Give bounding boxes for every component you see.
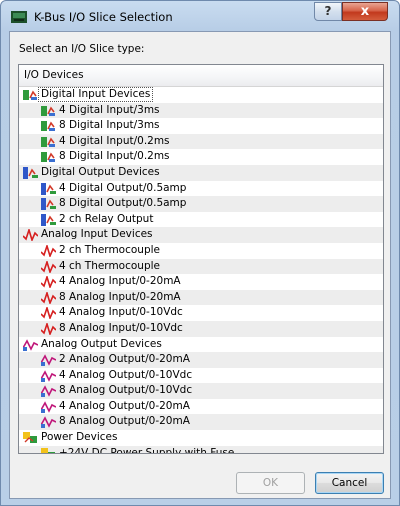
tree-row-label: 8 Analog Output/0-10Vdc <box>59 384 193 397</box>
tree-row-label: 8 Analog Output/0-20mA <box>59 415 190 428</box>
cancel-button[interactable]: Cancel <box>315 472 384 494</box>
tree-column-header: I/O Devices <box>19 65 383 87</box>
analog-output-icon <box>40 354 57 367</box>
tree-item-row[interactable]: 8 Digital Output/0.5amp <box>19 196 383 212</box>
tree-row-label: Analog Input Devices <box>41 228 153 241</box>
tree-row-label: 8 Digital Input/0.2ms <box>59 150 170 163</box>
power-icon <box>41 447 56 453</box>
tree-category-row[interactable]: Power Devices <box>19 430 383 446</box>
analog-output-icon <box>40 369 57 382</box>
tree-row-label: +24V DC Power Supply with Fuse <box>59 446 235 454</box>
dialog-client-area: Select an I/O Slice type: I/O Devices Di… <box>9 31 391 499</box>
tree-row-label: 4 Digital Input/3ms <box>59 103 160 116</box>
digital-output-icon <box>41 182 56 195</box>
tree-item-row[interactable]: 2 ch Relay Output <box>19 212 383 228</box>
tree-item-row[interactable]: 4 Analog Input/0-20mA <box>19 274 383 290</box>
tree-item-row[interactable]: 8 Analog Output/0-20mA <box>19 414 383 431</box>
tree-row-label: 4 Analog Input/0-20mA <box>59 275 181 288</box>
tree-item-row[interactable]: 4 Analog Output/0-10Vdc <box>19 368 383 384</box>
tree-item-row[interactable]: 4 Digital Output/0.5amp <box>19 181 383 197</box>
tree-rows: Digital Input Devices 4 Digital Input/3ms… <box>19 87 383 454</box>
digital-input-icon <box>41 136 56 148</box>
tree-row-label: Analog Output Devices <box>41 337 162 350</box>
digital-output-icon <box>23 166 38 179</box>
io-device-tree[interactable]: I/O Devices Digital Input Devices 4 Digit… <box>18 64 384 454</box>
tree-row-label: Digital Input Devices <box>37 87 154 102</box>
tree-item-row[interactable]: 8 Analog Output/0-10Vdc <box>19 383 383 399</box>
analog-output-icon <box>40 416 57 429</box>
analog-input-icon <box>40 321 57 337</box>
digital-input-icon <box>41 120 56 132</box>
analog-input-icon <box>22 227 39 243</box>
window-title: K-Bus I/O Slice Selection <box>34 10 173 24</box>
tree-category-row[interactable]: Analog Input Devices <box>19 227 383 243</box>
tree-item-row[interactable]: 4 Analog Output/0-20mA <box>19 399 383 415</box>
analog-output-icon <box>22 338 39 351</box>
digital-input-icon <box>23 89 38 101</box>
analog-input-icon <box>40 305 57 321</box>
tree-row-label: 8 Digital Output/0.5amp <box>59 197 187 210</box>
tree-category-row[interactable]: Analog Output Devices <box>19 337 383 353</box>
tree-category-row[interactable]: Digital Input Devices <box>19 87 383 103</box>
tree-row-label: Digital Output Devices <box>41 165 160 178</box>
app-icon <box>11 11 27 23</box>
analog-input-icon <box>40 243 57 259</box>
tree-row-label: 2 ch Thermocouple <box>59 243 160 256</box>
tree-row-label: 4 Analog Input/0-10Vdc <box>59 306 183 319</box>
tree-item-row[interactable]: 8 Digital Input/0.2ms <box>19 149 383 165</box>
power-icon <box>23 432 38 444</box>
analog-output-icon <box>40 401 57 413</box>
analog-input-icon <box>40 274 57 290</box>
tree-category-row[interactable]: Digital Output Devices <box>19 164 383 181</box>
title-bar[interactable]: K-Bus I/O Slice Selection ? x <box>1 1 399 31</box>
tree-row-label: 2 ch Relay Output <box>59 212 154 225</box>
digital-input-icon <box>41 105 56 117</box>
tree-item-row[interactable]: +24V DC Power Supply with Fuse <box>19 445 383 454</box>
tree-row-label: 4 Analog Output/0-10Vdc <box>59 368 193 381</box>
analog-input-icon <box>40 290 57 306</box>
tree-row-label: 8 Digital Input/3ms <box>59 119 160 132</box>
digital-input-icon <box>41 151 56 163</box>
tree-item-row[interactable]: 2 ch Thermocouple <box>19 243 383 259</box>
tree-item-row[interactable]: 2 Analog Output/0-20mA <box>19 352 383 368</box>
tree-row-label: Power Devices <box>41 431 118 444</box>
analog-output-icon <box>40 385 57 398</box>
dialog-window: K-Bus I/O Slice Selection ? x Select an … <box>0 0 400 506</box>
tree-row-label: 4 Digital Output/0.5amp <box>59 181 187 194</box>
tree-row-label: 4 ch Thermocouple <box>59 259 160 272</box>
digital-output-icon <box>41 198 56 211</box>
tree-item-row[interactable]: 4 ch Thermocouple <box>19 258 383 275</box>
close-button[interactable]: x <box>342 2 388 21</box>
tree-row-label: 4 Analog Output/0-20mA <box>59 399 190 412</box>
help-button[interactable]: ? <box>314 2 342 21</box>
tree-row-label: 4 Digital Input/0.2ms <box>59 134 170 147</box>
tree-item-row[interactable]: 4 Digital Input/0.2ms <box>19 133 383 150</box>
prompt-label: Select an I/O Slice type: <box>19 43 145 55</box>
tree-item-row[interactable]: 4 Digital Input/3ms <box>19 102 383 119</box>
tree-row-label: 8 Analog Input/0-20mA <box>59 290 181 303</box>
tree-item-row[interactable]: 8 Analog Input/0-10Vdc <box>19 320 383 337</box>
ok-button[interactable]: OK <box>236 472 305 494</box>
tree-item-row[interactable]: 8 Analog Input/0-20mA <box>19 289 383 306</box>
analog-input-icon <box>40 258 57 274</box>
tree-item-row[interactable]: 4 Analog Input/0-10Vdc <box>19 305 383 321</box>
digital-output-icon <box>41 213 56 226</box>
tree-row-label: 2 Analog Output/0-20mA <box>59 353 190 366</box>
tree-item-row[interactable]: 8 Digital Input/3ms <box>19 118 383 134</box>
tree-row-label: 8 Analog Input/0-10Vdc <box>59 321 183 334</box>
